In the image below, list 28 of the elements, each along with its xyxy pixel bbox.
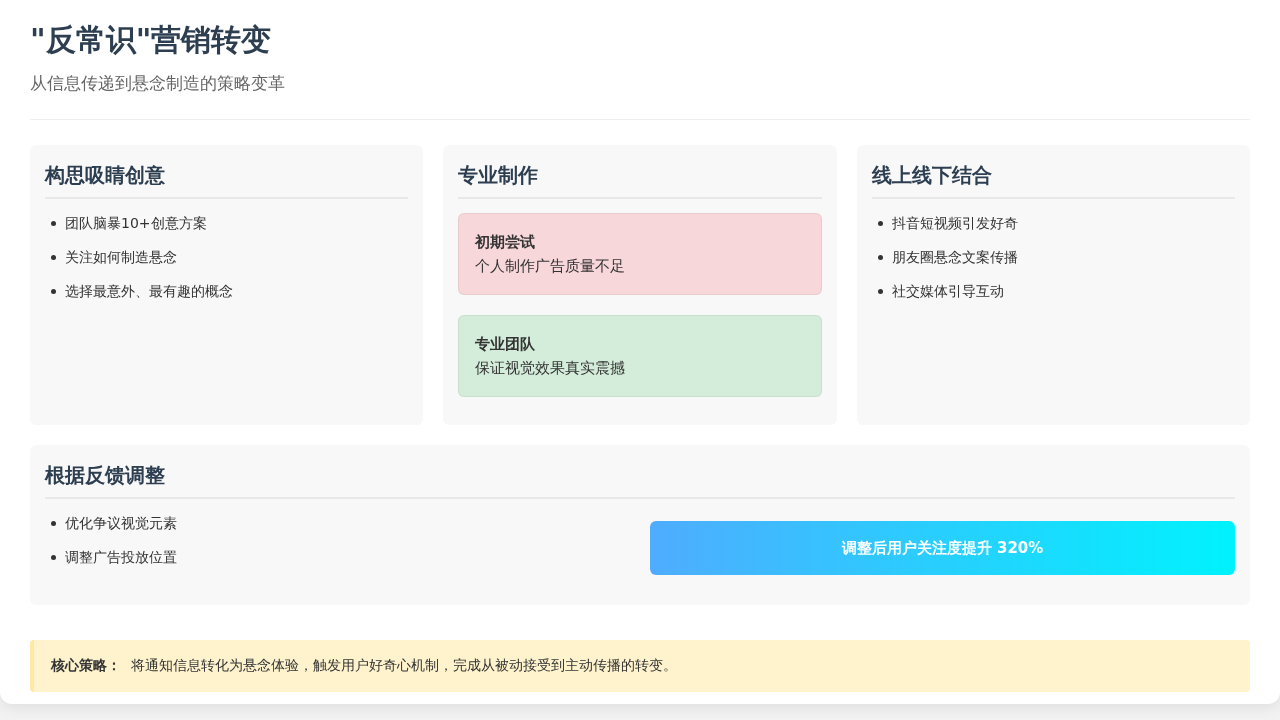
panel-title: 构思吸睛创意 — [45, 161, 409, 199]
list-item: 关注如何制造悬念 — [65, 248, 177, 267]
strategy-note: 核心策略： 将通知信息转化为悬念体验，触发用户好奇心机制，完成从被动接受到主动传播的转变。 — [30, 640, 1250, 692]
bullet-icon — [877, 254, 883, 260]
list-item: 抖音短视频引发好奇 — [891, 214, 1018, 233]
bullet-icon — [877, 220, 883, 226]
bullet-icon — [51, 220, 56, 226]
bullet-icon — [51, 288, 56, 294]
stage-text: 个人制作广告质量不足 — [475, 256, 627, 277]
page-title: "反常识"营销转变 — [30, 21, 273, 59]
list-item: 调整广告投放位置 — [65, 548, 177, 567]
bullet-icon — [51, 554, 56, 560]
list-item: 社交媒体引导互动 — [891, 282, 1004, 301]
list-item: 选择最意外、最有趣的概念 — [65, 282, 233, 301]
result-banner: 调整后用户关注度提升 320% — [650, 521, 1235, 575]
list-item: 朋友圈悬念文案传播 — [891, 248, 1018, 267]
stage-title: 专业团队 — [475, 334, 537, 355]
bullet-icon — [877, 288, 883, 294]
list-item: 团队脑暴10+创意方案 — [65, 214, 207, 233]
bullet-icon — [51, 254, 56, 260]
panel-title: 根据反馈调整 — [45, 461, 1235, 499]
panel-title: 线上线下结合 — [871, 161, 1235, 199]
stage-text: 保证视觉效果真实震撼 — [475, 358, 627, 379]
list-item: 优化争议视觉元素 — [65, 514, 177, 533]
bullet-icon — [51, 520, 56, 526]
panel-title: 专业制作 — [458, 161, 822, 199]
stage-title: 初期尝试 — [475, 232, 537, 253]
page-subtitle: 从信息传递到悬念制造的策略变革 — [30, 72, 286, 95]
